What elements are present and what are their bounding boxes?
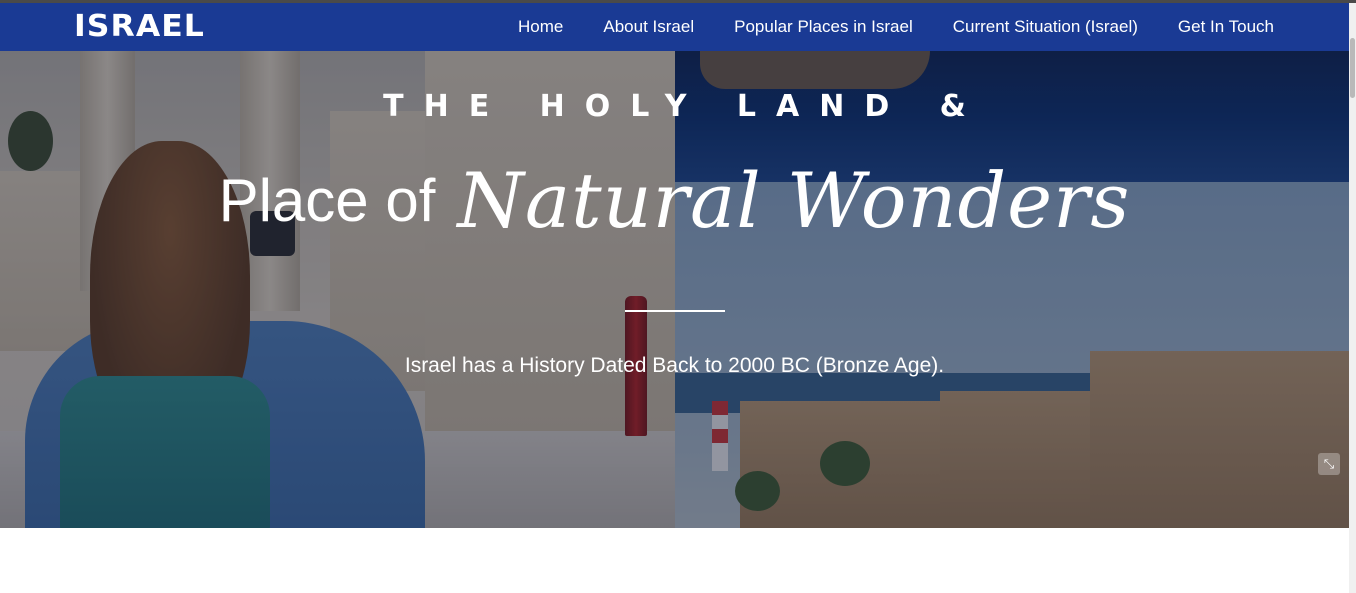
- nav-item-about: About Israel: [603, 17, 694, 37]
- hero-subtitle: Israel has a History Dated Back to 2000 …: [404, 354, 945, 377]
- navbar: ISRAEL Home About Israel Popular Places …: [0, 3, 1349, 51]
- nav-item-popular-places: Popular Places in Israel: [734, 17, 913, 37]
- nav-item-contact: Get In Touch: [1178, 17, 1274, 37]
- nav-link-current-situation[interactable]: Current Situation (Israel): [953, 17, 1138, 36]
- main-nav: Home About Israel Popular Places in Isra…: [518, 3, 1274, 51]
- nav-link-home[interactable]: Home: [518, 17, 563, 36]
- content-area: [0, 528, 1349, 593]
- headline-script: Natural Wonders: [457, 156, 1131, 245]
- page: ISRAEL Home About Israel Popular Places …: [0, 3, 1349, 593]
- site-logo[interactable]: ISRAEL: [74, 9, 205, 45]
- hero-divider: [625, 310, 725, 312]
- hero-kicker: THE HOLY LAND &: [383, 89, 986, 124]
- headline-plain: Place of: [218, 167, 436, 234]
- nav-link-about[interactable]: About Israel: [603, 17, 694, 36]
- nav-item-home: Home: [518, 17, 563, 37]
- scrollbar-thumb[interactable]: [1350, 38, 1355, 98]
- nav-item-current-situation: Current Situation (Israel): [953, 17, 1138, 37]
- scrollbar[interactable]: [1349, 3, 1356, 593]
- hero-headline: Place of Natural Wonders: [0, 156, 1349, 245]
- nav-link-popular-places[interactable]: Popular Places in Israel: [734, 17, 913, 36]
- hero-section: THE HOLY LAND & Place of Natural Wonders …: [0, 51, 1349, 528]
- expand-icon[interactable]: ⤡: [1318, 453, 1340, 475]
- nav-link-get-in-touch[interactable]: Get In Touch: [1178, 17, 1274, 36]
